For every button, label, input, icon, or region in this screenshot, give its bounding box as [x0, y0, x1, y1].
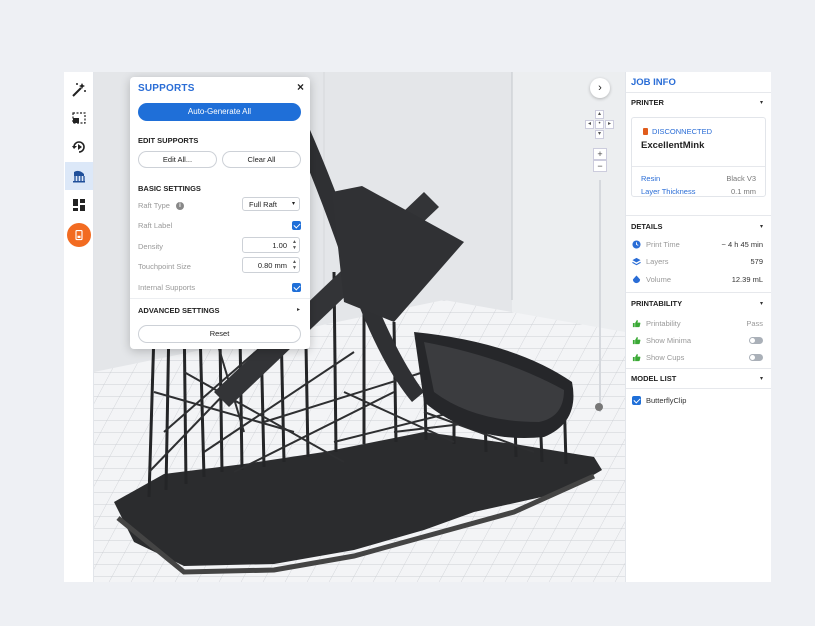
show-minima-label: Show Minima: [646, 336, 692, 345]
divider: [626, 92, 771, 93]
pan-right-button[interactable]: ▸: [605, 120, 614, 129]
job-info-title: JOB INFO: [631, 77, 676, 88]
supports-tool[interactable]: [65, 162, 93, 190]
raft-label-label: Raft Label: [138, 221, 173, 230]
resin-label: Resin: [641, 174, 661, 183]
preform-window: › ▴ ◂ • ▸ ▾ + − SUPPORTS × Auto-Generate…: [64, 72, 771, 582]
reset-button[interactable]: Reset: [138, 325, 301, 343]
internal-supports-checkbox[interactable]: [292, 283, 301, 292]
thumbs-up-icon: [632, 319, 641, 328]
pan-left-button[interactable]: ◂: [585, 120, 594, 129]
printer-section-heading[interactable]: PRINTER: [631, 98, 664, 107]
3d-viewport[interactable]: › ▴ ◂ • ▸ ▾ + − SUPPORTS × Auto-Generate…: [94, 72, 625, 582]
orientation-icon: [72, 141, 85, 153]
volume-icon: [632, 275, 641, 284]
volume-label: Volume: [646, 275, 672, 284]
chevron-down-icon[interactable]: ▾: [760, 300, 763, 307]
job-info-panel: JOB INFO PRINTER ▾ DISCONNECTED Excellen…: [625, 72, 771, 582]
volume-value: 12.39 mL: [731, 275, 763, 284]
divider: [626, 388, 771, 389]
chevron-down-icon[interactable]: ▾: [760, 99, 763, 106]
print-time-label: Print Time: [646, 240, 680, 249]
raft-type-value: Full Raft: [249, 200, 277, 209]
show-cups-toggle[interactable]: [749, 354, 763, 361]
printability-value: Pass: [746, 319, 763, 328]
model-name[interactable]: ButterflyClip: [646, 396, 686, 405]
touchpoint-size-label: Touchpoint Size: [138, 262, 191, 271]
raft-label-checkbox[interactable]: [292, 221, 301, 230]
raft-type-label: Raft Type: [138, 201, 170, 210]
clear-all-button[interactable]: Clear All: [222, 151, 301, 168]
divider: [626, 292, 771, 293]
disconnected-icon: [643, 128, 648, 135]
pan-up-button[interactable]: ▴: [595, 110, 604, 119]
close-icon[interactable]: ×: [297, 80, 304, 94]
pan-control[interactable]: ▴ ◂ • ▸ ▾: [585, 110, 615, 140]
info-icon[interactable]: i: [176, 202, 184, 210]
layers-icon: [632, 257, 641, 266]
print-button[interactable]: [67, 223, 91, 247]
density-value: 1.00: [272, 241, 287, 250]
layers-label: Layers: [646, 257, 669, 266]
chevron-down-icon[interactable]: ▾: [760, 223, 763, 230]
layout-tool[interactable]: [65, 191, 93, 219]
model-checkbox[interactable]: [632, 396, 641, 405]
left-toolbar: [64, 72, 94, 582]
orientation-tool[interactable]: [65, 133, 93, 161]
density-label: Density: [138, 242, 164, 251]
magic-wand-tool[interactable]: [65, 76, 93, 104]
auto-generate-all-button[interactable]: Auto-Generate All: [138, 103, 301, 121]
edit-supports-heading: EDIT SUPPORTS: [138, 136, 199, 145]
stepper-icon[interactable]: ▲ ▼: [292, 239, 297, 251]
printability-label: Printability: [646, 319, 681, 328]
expand-panel-button[interactable]: ›: [590, 78, 610, 98]
pan-down-button[interactable]: ▾: [595, 130, 604, 139]
supports-panel: SUPPORTS × Auto-Generate All EDIT SUPPOR…: [130, 77, 310, 349]
printer-name: ExcellentMink: [641, 140, 705, 151]
show-cups-label: Show Cups: [646, 353, 685, 362]
layout-icon: [73, 199, 85, 211]
divider: [626, 368, 771, 369]
printer-status: DISCONNECTED: [652, 127, 713, 136]
show-minima-toggle[interactable]: [749, 337, 763, 344]
raft-type-select[interactable]: Full Raft ▾: [242, 197, 300, 211]
thumbs-up-icon: [632, 336, 641, 345]
print-icon: [75, 229, 83, 241]
layer-thickness-label: Layer Thickness: [641, 187, 696, 196]
layer-thickness-value: 0.1 mm: [730, 187, 756, 196]
internal-supports-label: Internal Supports: [138, 283, 196, 292]
zoom-in-button[interactable]: +: [593, 148, 607, 160]
zoom-slider-track[interactable]: [599, 180, 601, 412]
edit-all-button[interactable]: Edit All...: [138, 151, 217, 168]
density-input[interactable]: 1.00 ▲ ▼: [242, 237, 300, 253]
print-time-value: ~ 4 h 45 min: [721, 240, 763, 249]
magic-wand-icon: [72, 83, 86, 97]
chevron-right-icon[interactable]: ▸: [297, 306, 300, 313]
basic-settings-heading: BASIC SETTINGS: [138, 184, 201, 193]
printer-card[interactable]: DISCONNECTED ExcellentMink Resin Black V…: [631, 117, 766, 197]
stepper-icon[interactable]: ▲ ▼: [292, 259, 297, 271]
layers-value: 579: [750, 257, 763, 266]
divider: [130, 298, 310, 299]
thumbs-up-icon: [632, 353, 641, 362]
model-list-section-heading[interactable]: MODEL LIST: [631, 374, 676, 383]
scale-tool[interactable]: [65, 104, 93, 132]
details-section-heading[interactable]: DETAILS: [631, 222, 663, 231]
supports-icon: [73, 170, 85, 183]
divider: [632, 166, 765, 167]
touchpoint-size-input[interactable]: 0.80 mm ▲ ▼: [242, 257, 300, 273]
advanced-settings-heading[interactable]: ADVANCED SETTINGS: [138, 306, 220, 315]
divider: [626, 215, 771, 216]
chevron-down-icon[interactable]: ▾: [760, 375, 763, 382]
chevron-down-icon: ▾: [291, 201, 295, 207]
zoom-out-button[interactable]: −: [593, 160, 607, 172]
scale-box-icon: [72, 112, 86, 124]
pan-center-button[interactable]: •: [595, 120, 604, 129]
touchpoint-size-value: 0.80 mm: [257, 261, 287, 270]
clock-icon: [632, 240, 641, 249]
printability-section-heading[interactable]: PRINTABILITY: [631, 299, 682, 308]
resin-value: Black V3: [726, 174, 756, 183]
supports-panel-title: SUPPORTS: [138, 83, 195, 94]
